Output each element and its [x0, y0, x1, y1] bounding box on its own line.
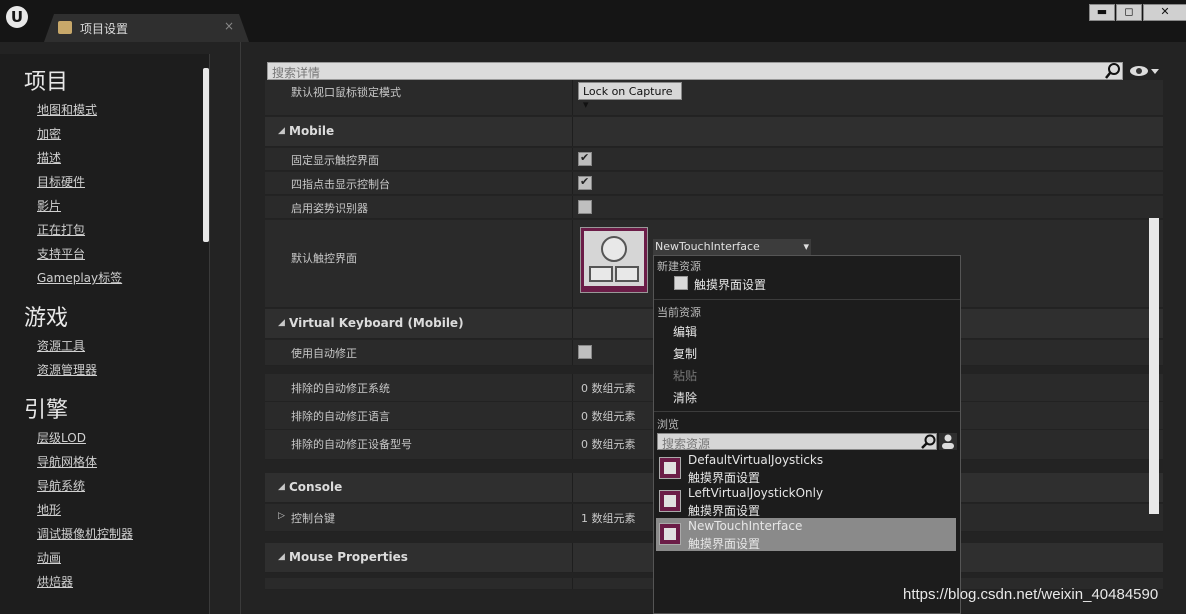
- mouse-lock-combo[interactable]: Lock on Capture ▾: [578, 82, 682, 111]
- asset-name: NewTouchInterface: [688, 519, 803, 533]
- tab-label: 项目设置: [80, 22, 129, 36]
- asset-search-placeholder: 搜索资源: [662, 437, 711, 451]
- section-title-game: 游戏: [24, 306, 69, 331]
- sidebar-item-supported-platforms[interactable]: 支持平台: [37, 245, 85, 262]
- unreal-logo-icon: U: [6, 6, 28, 28]
- sidebar-item-target-hardware[interactable]: 目标硬件: [37, 173, 85, 190]
- sidebar-scrollbar[interactable]: [203, 68, 209, 242]
- four-finger-checkbox[interactable]: [578, 175, 592, 190]
- array-count: 0 数组元素: [581, 410, 636, 423]
- sidebar-item-description[interactable]: 描述: [37, 149, 61, 166]
- joystick-icon: [584, 231, 644, 286]
- sidebar-item-cooker[interactable]: 烘焙器: [37, 573, 73, 590]
- sidebar-item-navmesh[interactable]: 导航网格体: [37, 453, 97, 470]
- asset-type: 触摸界面设置: [688, 537, 761, 551]
- category-label: Mouse Properties: [289, 550, 408, 564]
- asset-name: DefaultVirtualJoysticks: [688, 453, 824, 467]
- collapse-triangle-icon[interactable]: ◢: [278, 126, 285, 136]
- always-show-touch-checkbox[interactable]: [578, 151, 592, 166]
- search-details-input[interactable]: 搜索详情: [267, 62, 1123, 80]
- sidebar-item-landscape[interactable]: 地形: [37, 501, 61, 518]
- setting-label: 启用姿势识别器: [291, 202, 368, 215]
- search-icon[interactable]: [1105, 62, 1123, 80]
- array-count: 0 数组元素: [581, 438, 636, 451]
- sidebar-item-animation[interactable]: 动画: [37, 549, 61, 566]
- touch-interface-thumbnail[interactable]: [580, 227, 648, 293]
- array-count: 1 数组元素: [581, 512, 636, 525]
- tab-close-icon[interactable]: ×: [224, 19, 234, 33]
- setting-label: 排除的自动修正设备型号: [291, 438, 412, 451]
- asset-type: 触摸界面设置: [688, 504, 761, 518]
- setting-label: 默认触控界面: [291, 252, 357, 265]
- touch-interface-asset-icon: [659, 523, 681, 545]
- details-scrollbar[interactable]: [1149, 218, 1159, 514]
- asset-item-default-joysticks[interactable]: DefaultVirtualJoysticks 触摸界面设置: [656, 452, 956, 485]
- copy-menu-item[interactable]: 复制: [673, 345, 697, 362]
- setting-label: 固定显示触控界面: [291, 154, 379, 167]
- sidebar-item-packaging[interactable]: 正在打包: [37, 221, 85, 238]
- asset-item-left-joystick[interactable]: LeftVirtualJoystickOnly 触摸界面设置: [656, 485, 956, 518]
- category-label: Mobile: [289, 124, 335, 138]
- sidebar-item-movies[interactable]: 影片: [37, 197, 61, 214]
- search-placeholder: 搜索详情: [272, 66, 321, 80]
- collapse-triangle-icon[interactable]: ◢: [278, 318, 285, 328]
- user-filter-icon[interactable]: [939, 433, 957, 450]
- watermark: https://blog.csdn.net/weixin_40484590: [903, 586, 1159, 603]
- paste-menu-item[interactable]: 粘贴: [673, 367, 697, 384]
- asset-name: LeftVirtualJoystickOnly: [688, 486, 824, 500]
- touch-interface-asset-icon: [659, 457, 681, 479]
- title-bar: U 项目设置 × ▬ ◻ ✕: [0, 0, 1186, 42]
- setting-label: 排除的自动修正系统: [291, 382, 390, 395]
- setting-label: 默认视口鼠标锁定模式: [291, 86, 401, 99]
- new-asset-header: 新建资源: [657, 260, 701, 273]
- sidebar-item-asset-manager[interactable]: 资源管理器: [37, 361, 97, 378]
- asset-picker-dropdown: 新建资源 触摸界面设置 当前资源 编辑 复制 粘贴 清除 浏览 搜索资源 Def…: [653, 255, 961, 614]
- setting-row-always-show-touch: 固定显示触控界面: [265, 148, 1163, 171]
- setting-label: 使用自动修正: [291, 347, 357, 360]
- eye-visibility-icon[interactable]: [1129, 64, 1159, 78]
- minimize-button[interactable]: ▬: [1089, 4, 1115, 21]
- category-label: Virtual Keyboard (Mobile): [289, 316, 464, 330]
- sidebar-item-debug-camera[interactable]: 调试摄像机控制器: [37, 525, 133, 542]
- edit-menu-item[interactable]: 编辑: [673, 323, 697, 340]
- section-title-engine: 引擎: [24, 398, 69, 423]
- new-touch-interface-item[interactable]: 触摸界面设置: [694, 276, 766, 293]
- touch-interface-combo[interactable]: NewTouchInterface ▾: [653, 239, 811, 256]
- sidebar-item-hlod[interactable]: 层级LOD: [37, 429, 86, 446]
- touch-interface-icon: [674, 276, 688, 290]
- asset-search-input[interactable]: 搜索资源: [657, 433, 937, 451]
- sidebar-item-maps-modes[interactable]: 地图和模式: [37, 101, 97, 118]
- current-asset-header: 当前资源: [657, 306, 701, 319]
- sidebar-item-nav-system[interactable]: 导航系统: [37, 477, 85, 494]
- gesture-checkbox[interactable]: [578, 200, 592, 214]
- maximize-button[interactable]: ◻: [1116, 4, 1142, 21]
- setting-label: 控制台键: [291, 512, 335, 525]
- settings-icon: [58, 21, 72, 34]
- collapse-triangle-icon[interactable]: ◢: [278, 552, 285, 562]
- sidebar-item-asset-tools[interactable]: 资源工具: [37, 337, 85, 354]
- tab-project-settings[interactable]: 项目设置 ×: [44, 14, 249, 42]
- autocorrect-checkbox[interactable]: [578, 345, 592, 359]
- setting-label: 排除的自动修正语言: [291, 410, 390, 423]
- search-icon[interactable]: [921, 434, 937, 450]
- setting-row-four-finger: 四指点击显示控制台: [265, 172, 1163, 195]
- setting-row-mouse-lock: 默认视口鼠标锁定模式 Lock on Capture ▾: [265, 80, 1163, 116]
- sidebar-item-gameplay-tags[interactable]: Gameplay标签: [37, 269, 122, 286]
- setting-label: 四指点击显示控制台: [291, 178, 390, 191]
- category-mobile[interactable]: ◢ Mobile: [265, 117, 1163, 147]
- array-count: 0 数组元素: [581, 382, 636, 395]
- asset-type: 触摸界面设置: [688, 471, 761, 485]
- close-button[interactable]: ✕: [1143, 4, 1186, 21]
- browse-header: 浏览: [657, 418, 679, 431]
- asset-item-new-touch-interface[interactable]: NewTouchInterface 触摸界面设置: [656, 518, 956, 551]
- touch-interface-asset-icon: [659, 490, 681, 512]
- clear-menu-item[interactable]: 清除: [673, 389, 697, 406]
- collapse-triangle-icon[interactable]: ◢: [278, 482, 285, 492]
- category-label: Console: [289, 480, 343, 494]
- expand-triangle-icon[interactable]: ▷: [278, 511, 285, 521]
- sidebar-item-encryption[interactable]: 加密: [37, 125, 61, 142]
- section-title-project: 项目: [24, 70, 69, 95]
- setting-row-gesture: 启用姿势识别器: [265, 196, 1163, 219]
